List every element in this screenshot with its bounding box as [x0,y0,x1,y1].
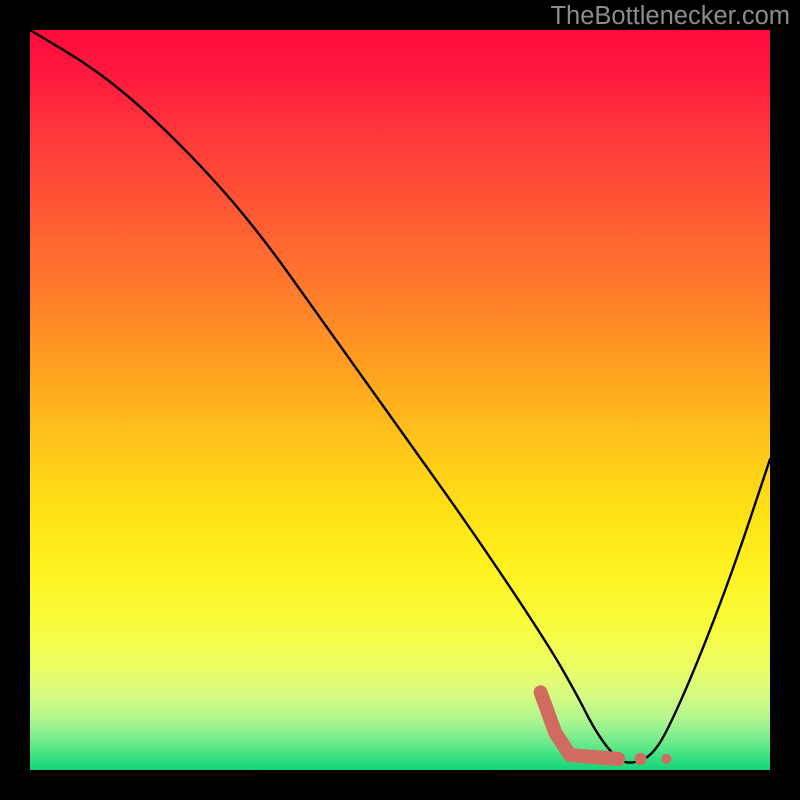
watermark-text: TheBottlenecker.com [550,2,790,31]
chart-frame [30,30,770,770]
red-dot-1 [635,753,647,765]
red-dot-2 [661,754,671,764]
chart-svg [30,30,770,770]
chart-background [30,30,770,770]
